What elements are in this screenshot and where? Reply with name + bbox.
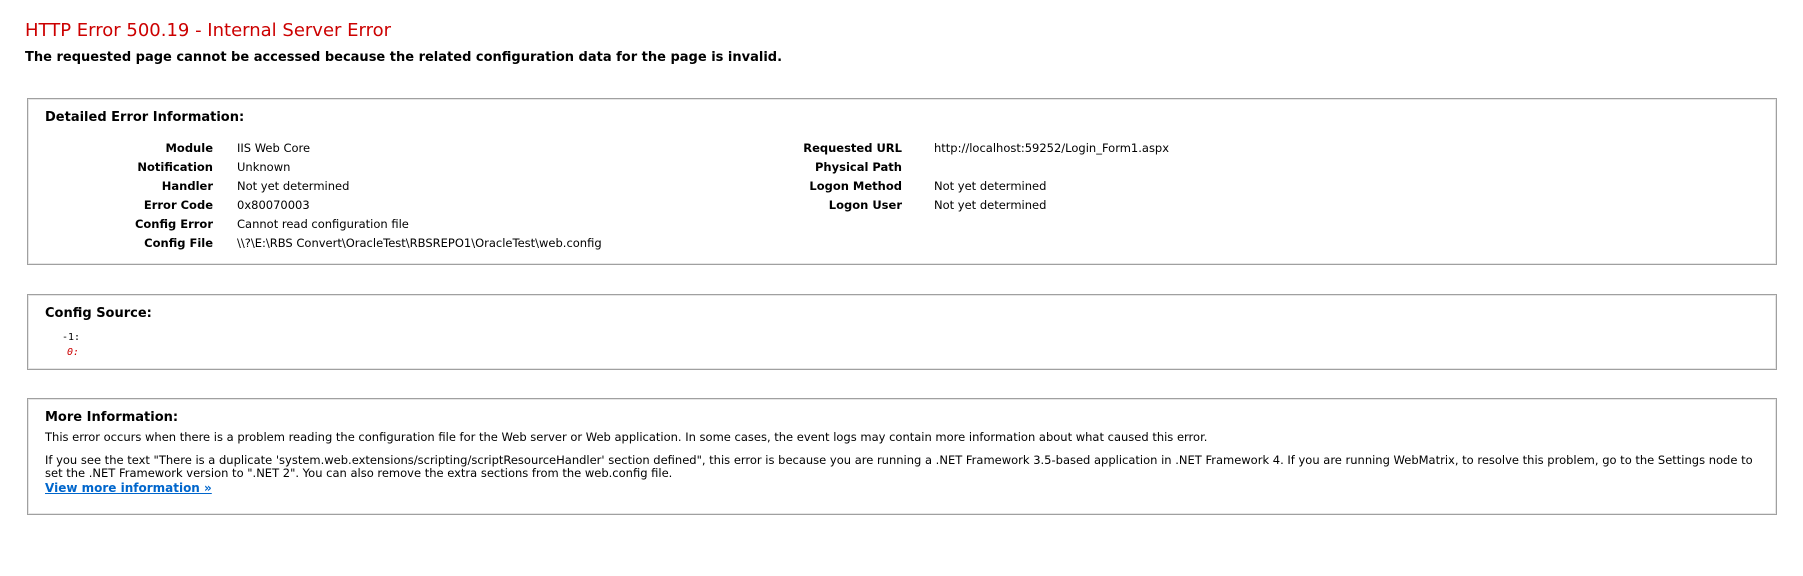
view-more-information-link[interactable]: View more information » <box>45 481 212 495</box>
detail-row: Handler Not yet determined <box>28 177 602 196</box>
left-details-column: Module IIS Web Core Notification Unknown H… <box>28 139 602 253</box>
detail-key: Notification <box>137 160 213 174</box>
detail-key: Config Error <box>134 217 213 231</box>
detail-row: Config Error Cannot read configuration fi… <box>28 215 602 234</box>
code-line: -1: <box>62 332 81 343</box>
more-information-heading: More Information: <box>45 410 179 425</box>
detail-value: Not yet determined <box>237 179 350 193</box>
code-line-error: 0: <box>67 347 80 358</box>
detailed-error-heading: Detailed Error Information: <box>45 110 245 125</box>
detail-value: IIS Web Core <box>237 141 311 155</box>
detail-value: Not yet determined <box>934 179 1047 193</box>
right-details-column: Requested URL http://localhost:59252/Logi… <box>718 139 1169 215</box>
config-source-panel: Config Source: -1: 0: <box>27 294 1777 370</box>
detail-row: Physical Path <box>718 158 1169 177</box>
more-info-paragraph: If you see the text "There is a duplicat… <box>45 453 1753 480</box>
detail-value: \\?\E:\RBS Convert\OracleTest\RBSREPO1\O… <box>237 236 602 250</box>
detail-key: Logon User <box>828 198 902 212</box>
more-information-panel: More Information: This error occurs when… <box>27 398 1777 515</box>
detail-row: Requested URL http://localhost:59252/Logi… <box>718 139 1169 158</box>
detail-value: http://localhost:59252/Login_Form1.aspx <box>934 141 1170 155</box>
detail-value: Not yet determined <box>934 198 1047 212</box>
detail-row: Config File \\?\E:\RBS Convert\OracleTest… <box>28 234 602 253</box>
detail-key: Physical Path <box>815 160 902 174</box>
detail-key: Module <box>165 141 213 155</box>
detail-row: Module IIS Web Core <box>28 139 602 158</box>
config-source-code: -1: 0: <box>62 330 80 360</box>
detail-value: 0x80070003 <box>237 198 310 212</box>
detailed-error-panel: Detailed Error Information: Module IIS We… <box>27 98 1777 265</box>
error-page: HTTP Error 500.19 - Internal Server Erro… <box>0 0 1803 67</box>
page-subtitle: The requested page cannot be accessed be… <box>25 50 783 65</box>
detail-row: Logon Method Not yet determined <box>718 177 1169 196</box>
detail-value: Cannot read configuration file <box>237 217 409 231</box>
more-info-paragraph: This error occurs when there is a proble… <box>45 430 1208 444</box>
detail-row: Notification Unknown <box>28 158 602 177</box>
detail-key: Requested URL <box>803 141 902 155</box>
detail-key: Handler <box>161 179 213 193</box>
detail-row: Error Code 0x80070003 <box>28 196 602 215</box>
detail-row: Logon User Not yet determined <box>718 196 1169 215</box>
page-title: HTTP Error 500.19 - Internal Server Erro… <box>25 20 392 41</box>
detail-key: Config File <box>144 236 213 250</box>
config-source-heading: Config Source: <box>45 306 152 321</box>
detail-key: Error Code <box>143 198 213 212</box>
detail-value: Unknown <box>237 160 291 174</box>
detail-key: Logon Method <box>809 179 902 193</box>
